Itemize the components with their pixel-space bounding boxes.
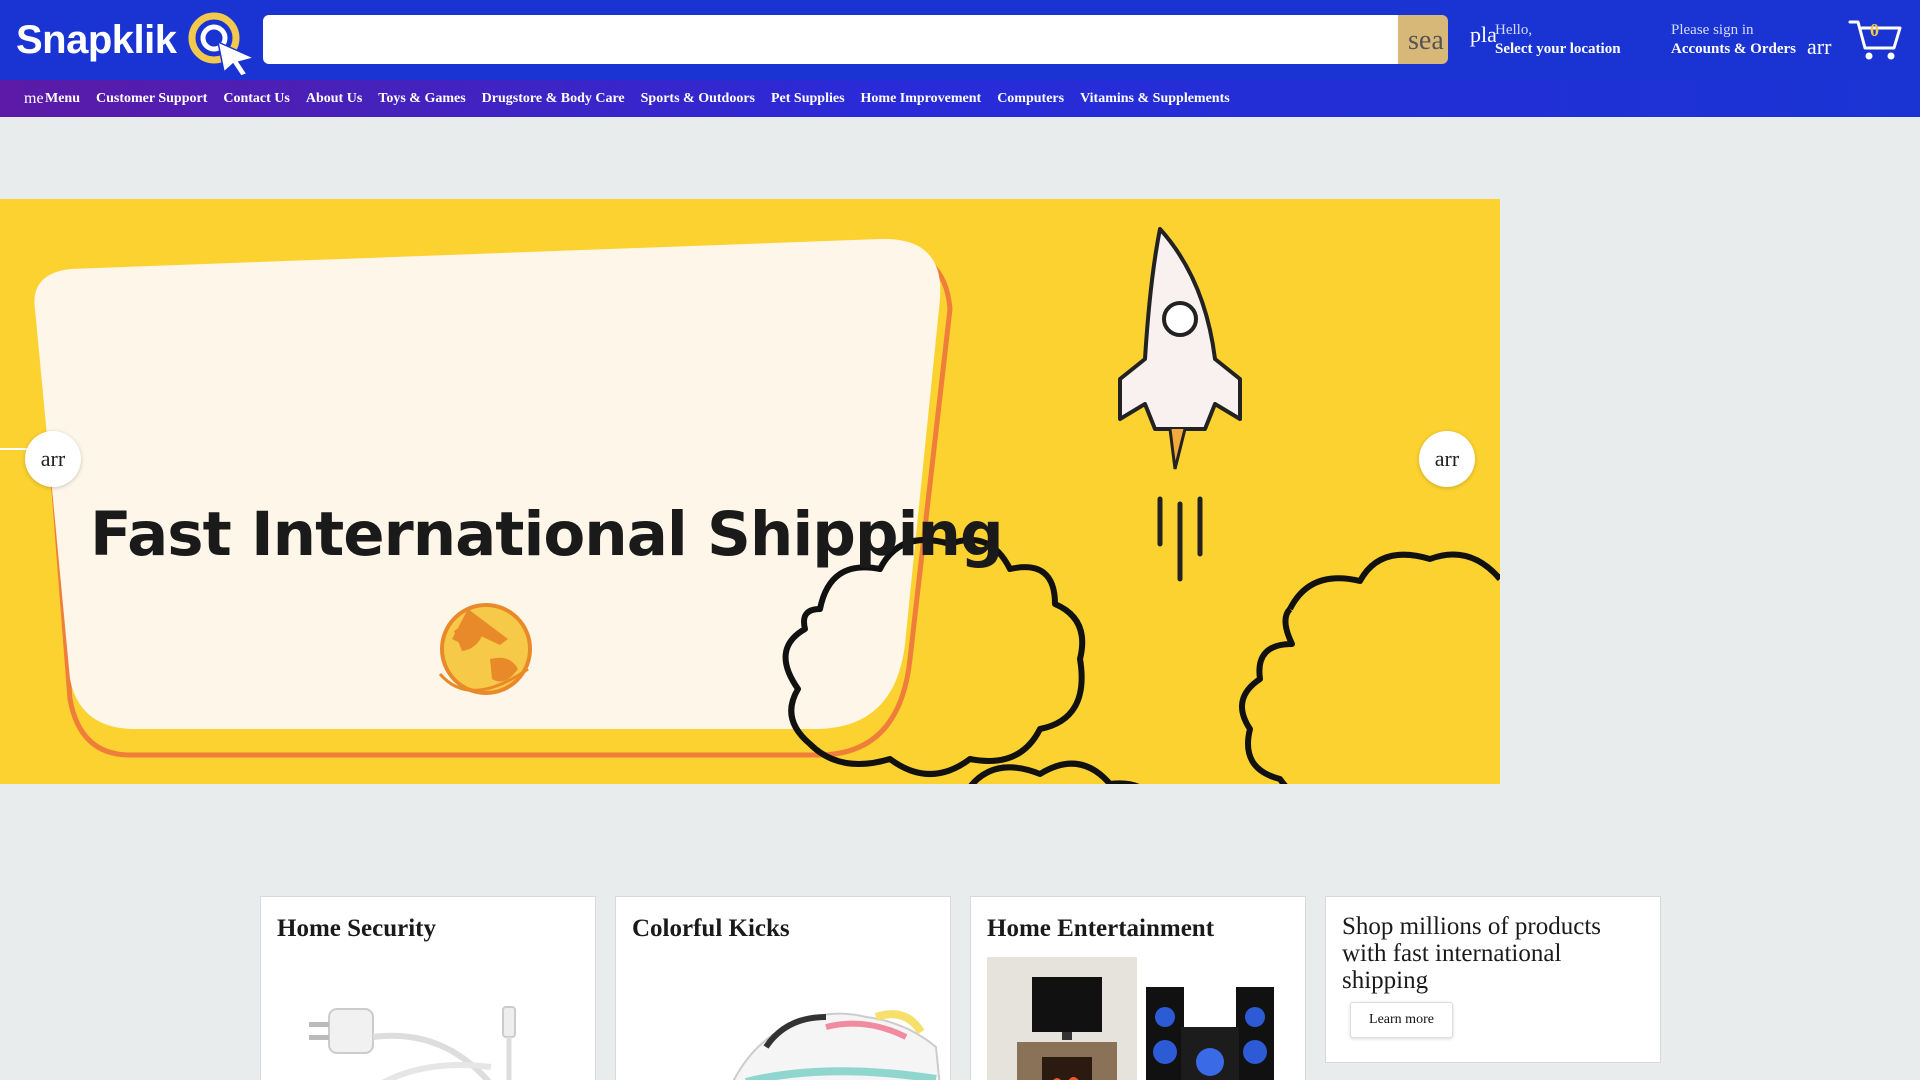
nav-item-home-improvement[interactable]: Home Improvement [861,91,982,107]
card-home-entertainment[interactable]: Home Entertainment [970,896,1306,1080]
hero-title: Fast International Shipping [90,499,1004,570]
card-title: Home Entertainment [987,915,1215,942]
location-select[interactable]: Select your location [1495,41,1621,58]
location-pin-icon[interactable]: pla [1470,22,1496,48]
speakers-product-image[interactable] [1141,987,1281,1080]
card-title: Colorful Kicks [632,915,790,942]
header: Snapklik sea pla Hello, Select your loca… [0,0,1920,80]
search-input[interactable] [263,15,1399,64]
account-dropdown-arrow-icon[interactable]: arr [1807,34,1835,60]
promo-card: Shop millions of products with fast inte… [1325,896,1661,1063]
nav-item-customer-support[interactable]: Customer Support [96,91,207,107]
search-button[interactable]: sea [1398,15,1448,64]
nav-item-drugstore-body-care[interactable]: Drugstore & Body Care [482,91,625,107]
nav-item-contact-us[interactable]: Contact Us [223,91,290,107]
snapklik-logo[interactable]: Snapklik [16,6,257,76]
cart-count-badge: 0 [1870,20,1879,40]
sign-in-prompt[interactable]: Please sign in [1671,22,1754,39]
accounts-orders-link[interactable]: Accounts & Orders [1671,41,1796,58]
learn-more-button[interactable]: Learn more [1350,1002,1453,1038]
arrow-left-icon: arr [40,446,66,471]
nav-item-computers[interactable]: Computers [997,91,1064,107]
nav-item-pet-supplies[interactable]: Pet Supplies [771,91,845,107]
sneaker-product-image[interactable] [706,987,946,1080]
nav-item-sports-outdoors[interactable]: Sports & Outdoors [641,91,755,107]
category-nav: me Menu Customer Support Contact Us Abou… [0,80,1920,117]
hero-prev-button[interactable]: arr [25,431,81,487]
hero-next-button[interactable]: arr [1419,431,1475,487]
search-icon: sea [1408,25,1444,56]
arrow-right-icon: arr [1434,446,1460,471]
nav-item-about-us[interactable]: About Us [306,91,362,107]
nav-item-vitamins-supplements[interactable]: Vitamins & Supplements [1080,91,1230,107]
tv-stand-product-image[interactable] [987,957,1137,1080]
nav-item-toys-games[interactable]: Toys & Games [378,91,465,107]
cursor-target-icon [188,12,257,76]
menu-label: Menu [45,90,80,106]
hero-banner[interactable]: Fast International Shipping arr arr [0,199,1500,784]
card-home-security[interactable]: Home Security [260,896,596,1080]
hero-illustration [0,227,1500,784]
promo-text: Shop millions of products with fast inte… [1342,913,1602,994]
rocket-illustration [1118,227,1242,582]
location-hello[interactable]: Hello, [1495,22,1532,39]
card-colorful-kicks[interactable]: Colorful Kicks [615,896,951,1080]
logo-text: Snapklik [16,18,177,62]
globe-plane-icon [438,603,532,695]
menu-icon: me [24,89,44,107]
card-title: Home Security [277,915,436,942]
menu-button[interactable]: me Menu [24,90,80,108]
home-security-product-image[interactable] [291,987,571,1080]
